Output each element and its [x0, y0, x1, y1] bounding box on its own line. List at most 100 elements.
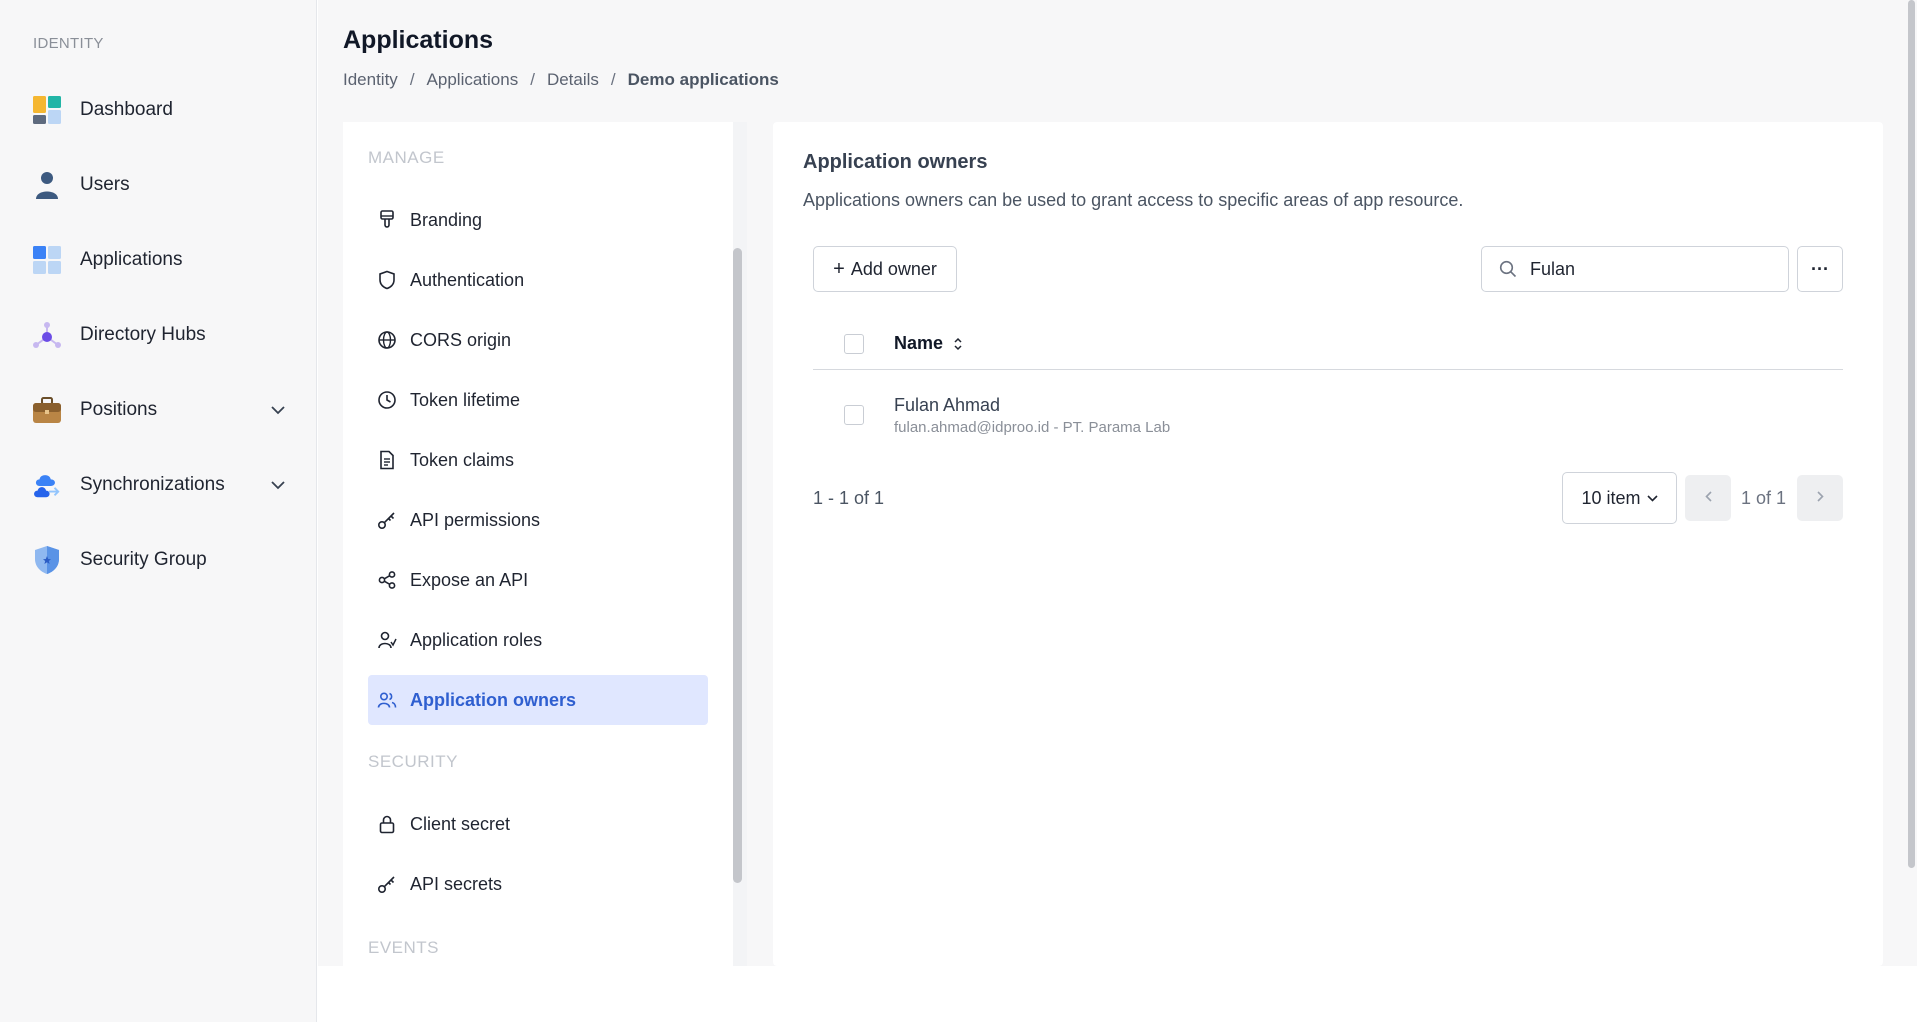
menu-item-client-secret[interactable]: Client secret [368, 799, 708, 849]
nav-item-users[interactable]: Users [32, 163, 288, 207]
clock-icon [376, 389, 398, 411]
search-field[interactable] [1481, 246, 1789, 292]
key-icon [376, 509, 398, 531]
menu-item-label: Authentication [410, 269, 525, 290]
menu-item-token-lifetime[interactable]: Token lifetime [368, 375, 708, 425]
column-header-name[interactable]: Name [894, 333, 963, 354]
next-page-button[interactable] [1797, 475, 1843, 521]
user-role-icon [376, 629, 398, 651]
nav-item-label: Users [80, 174, 130, 195]
search-icon [1498, 259, 1518, 279]
menu-item-label: Application roles [410, 629, 543, 650]
menu-item-token-claims[interactable]: Token claims [368, 435, 708, 485]
shield-icon [32, 545, 62, 575]
nav-item-applications[interactable]: Applications [32, 238, 288, 282]
page-size-value: 10 item [1581, 487, 1641, 508]
nav-item-dashboard[interactable]: Dashboard [32, 88, 288, 132]
menu-item-authentication[interactable]: Authentication [368, 255, 708, 305]
shield-outline-icon [376, 269, 398, 291]
menu-item-application-owners[interactable]: Application owners [368, 675, 708, 725]
menu-item-expose-an-api[interactable]: Expose an API [368, 555, 708, 605]
chevron-down-icon [1646, 494, 1658, 502]
card-title: Application owners [803, 151, 988, 173]
chevron-left-icon [1704, 489, 1712, 507]
chevron-right-icon [1816, 489, 1824, 507]
menu-item-label: API secrets [410, 873, 503, 894]
more-icon: ··· [1811, 258, 1829, 279]
section-title-events: EVENTS [368, 938, 440, 957]
plus-icon: + [833, 258, 845, 280]
page-scrollbar[interactable] [1906, 0, 1917, 870]
directory-hubs-icon [32, 320, 62, 350]
previous-page-button[interactable] [1685, 475, 1731, 521]
page-size-select[interactable]: 10 item [1562, 472, 1677, 524]
page-scrollbar-thumb[interactable] [1908, 0, 1915, 868]
dashboard-icon [32, 95, 62, 125]
section-title-manage: MANAGE [368, 148, 445, 167]
breadcrumb-separator: / [530, 70, 535, 89]
search-input[interactable] [1530, 258, 1780, 280]
key-icon [376, 873, 398, 895]
manage-panel-scrollbar[interactable] [733, 248, 742, 883]
menu-item-cors-origin[interactable]: CORS origin [368, 315, 708, 365]
breadcrumb-separator: / [610, 70, 616, 89]
menu-item-branding[interactable]: Branding [368, 195, 708, 245]
nav-item-positions[interactable]: Positions [32, 388, 288, 432]
add-owner-button[interactable]: + Add owner [813, 246, 957, 292]
column-header-label: Name [894, 333, 944, 353]
menu-item-label: Token claims [410, 449, 515, 470]
chevron-down-icon[interactable] [268, 475, 288, 495]
briefcase-icon [32, 395, 62, 425]
breadcrumb-applications[interactable]: Applications [427, 70, 519, 90]
lock-icon [376, 813, 398, 835]
cloud-sync-icon [32, 470, 62, 500]
breadcrumb-details[interactable]: Details [547, 70, 599, 90]
more-options-button[interactable]: ··· [1797, 246, 1843, 292]
manage-panel: MANAGE Branding Authentication CORS orig… [343, 122, 733, 966]
sort-icon [953, 337, 963, 351]
left-navigation: IDENTITY Dashboard Users Applications Di… [0, 0, 317, 1022]
owner-cell: Fulan Ahmad fulan.ahmad@idproo.id - PT. … [894, 395, 1170, 436]
breadcrumb: Identity / Applications / Details / Demo… [343, 70, 779, 90]
nav-item-label: Synchronizations [80, 474, 225, 495]
chevron-down-icon[interactable] [268, 400, 288, 420]
table-header: Name [813, 318, 1843, 370]
globe-icon [376, 329, 398, 351]
row-checkbox[interactable] [844, 405, 864, 425]
share-icon [376, 569, 398, 591]
menu-item-api-secrets[interactable]: API secrets [368, 859, 708, 909]
section-title-security: SECURITY [368, 752, 458, 771]
owner-name: Fulan Ahmad [894, 394, 1001, 415]
card-description: Applications owners can be used to grant… [803, 190, 1464, 210]
menu-item-label: CORS origin [410, 329, 512, 350]
page-info: 1 of 1 [1741, 488, 1787, 508]
menu-item-label: Token lifetime [410, 389, 521, 410]
menu-item-label: Branding [410, 209, 483, 230]
owner-detail: fulan.ahmad@idproo.id - PT. Parama Lab [894, 418, 1171, 436]
nav-item-label: Dashboard [80, 99, 173, 120]
menu-item-application-roles[interactable]: Application roles [368, 615, 708, 665]
table-row[interactable]: Fulan Ahmad fulan.ahmad@idproo.id - PT. … [813, 384, 1843, 446]
pagination-range: 1 - 1 of 1 [813, 488, 885, 508]
document-icon [376, 449, 398, 471]
select-all-checkbox[interactable] [844, 333, 864, 354]
nav-item-synchronizations[interactable]: Synchronizations [32, 463, 288, 507]
breadcrumb-identity[interactable]: Identity [343, 70, 398, 90]
nav-item-directory-hubs[interactable]: Directory Hubs [32, 313, 288, 357]
nav-group-title: IDENTITY [33, 35, 104, 52]
nav-item-security-group[interactable]: Security Group [32, 538, 288, 582]
brush-icon [376, 209, 398, 231]
nav-item-label: Positions [80, 399, 158, 420]
menu-item-api-permissions[interactable]: API permissions [368, 495, 708, 545]
menu-item-label: Application owners [410, 689, 577, 710]
breadcrumb-current: Demo applications [627, 70, 779, 89]
user-icon [32, 170, 62, 200]
menu-item-label: API permissions [410, 509, 541, 530]
applications-icon [32, 245, 62, 275]
page-title: Applications [343, 26, 494, 54]
add-owner-label: Add owner [850, 258, 937, 279]
menu-item-label: Expose an API [410, 569, 529, 590]
nav-item-label: Security Group [80, 549, 207, 570]
breadcrumb-separator: / [409, 70, 415, 89]
users-icon [376, 689, 398, 711]
